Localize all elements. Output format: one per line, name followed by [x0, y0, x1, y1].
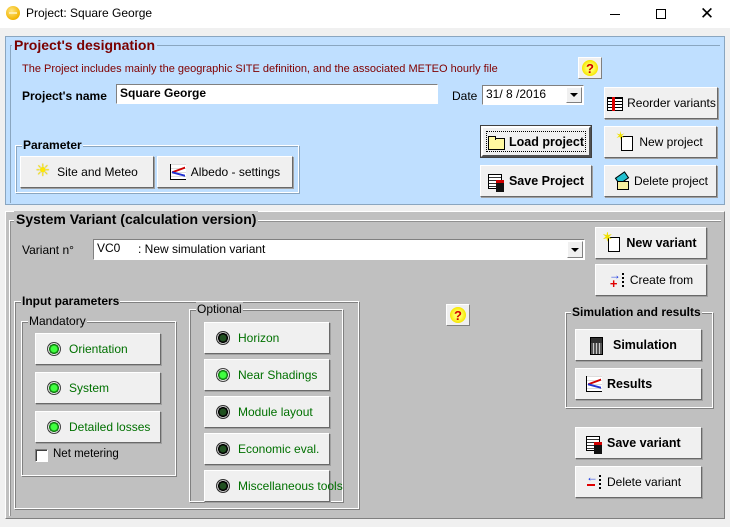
sun-icon [35, 161, 52, 181]
detailed-losses-label: Detailed losses [69, 420, 151, 434]
close-button[interactable]: ✕ [684, 0, 730, 28]
save-icon [586, 435, 602, 454]
status-led-icon [47, 381, 61, 395]
optional-legend: Optional [196, 302, 243, 316]
miscellaneous-tools-label: Miscellaneous tools [238, 479, 343, 493]
date-dropdown-arrow-icon[interactable] [566, 87, 582, 103]
maximize-icon [656, 9, 666, 19]
chart-icon [586, 376, 602, 392]
horizon-button[interactable]: Horizon [204, 322, 330, 354]
new-document-icon [602, 230, 621, 252]
status-led-icon [216, 479, 230, 493]
albedo-settings-label: Albedo - settings [190, 165, 281, 179]
load-project-button[interactable]: Load project [480, 125, 592, 158]
system-button[interactable]: System [35, 372, 161, 404]
save-icon [487, 173, 504, 192]
variant-code: VC0 [97, 241, 121, 255]
economic-eval-button[interactable]: Economic eval. [204, 433, 330, 465]
project-help-button[interactable]: ? [578, 57, 602, 79]
new-document-icon [615, 129, 634, 151]
simulation-label: Simulation [613, 338, 677, 352]
net-metering-checkbox[interactable] [35, 449, 48, 462]
reorder-icon [606, 95, 624, 111]
help-icon: ? [582, 60, 598, 76]
load-project-label: Load project [508, 134, 584, 149]
module-layout-label: Module layout [238, 405, 313, 419]
site-and-meteo-label: Site and Meteo [57, 165, 138, 179]
app-icon [6, 6, 20, 20]
new-variant-label: New variant [626, 236, 697, 250]
folder-icon [487, 134, 505, 150]
mandatory-legend: Mandatory [28, 314, 87, 328]
site-and-meteo-button[interactable]: Site and Meteo [20, 156, 154, 188]
project-name-input[interactable]: Square George [116, 84, 438, 104]
economic-eval-label: Economic eval. [238, 442, 320, 456]
net-metering-label: Net metering [53, 448, 119, 460]
horizon-label: Horizon [238, 331, 280, 345]
create-from-label: Create from [629, 273, 694, 287]
date-label: Date [452, 89, 478, 103]
status-led-icon [216, 405, 230, 419]
project-name-label: Project's name [22, 89, 107, 103]
project-description: The Project includes mainly the geograph… [22, 63, 498, 75]
delete-variant-button[interactable]: Delete variant [575, 466, 702, 498]
help-icon: ? [450, 307, 466, 323]
project-designation-panel: Project's designation The Project includ… [5, 36, 725, 205]
system-variant-panel: System Variant (calculation version) Var… [5, 211, 725, 519]
status-led-icon [216, 331, 230, 345]
calculator-icon [588, 337, 604, 355]
status-led-icon [47, 420, 61, 434]
status-led-icon [216, 368, 230, 382]
minimize-button[interactable] [592, 0, 638, 28]
variant-number-label: Variant n° [22, 243, 74, 257]
simulation-button[interactable]: Simulation [575, 329, 702, 361]
date-combo[interactable]: 31/ 8 /2016 [482, 85, 584, 105]
variant-help-button[interactable]: ? [446, 304, 470, 326]
status-led-icon [47, 342, 61, 356]
albedo-settings-button[interactable]: Albedo - settings [157, 156, 293, 188]
delete-variant-icon [586, 470, 602, 490]
simulation-results-legend: Simulation and results [571, 305, 702, 319]
save-variant-label: Save variant [607, 436, 681, 450]
delete-variant-label: Delete variant [607, 475, 682, 489]
near-shadings-button[interactable]: Near Shadings [204, 359, 330, 391]
save-project-button[interactable]: Save Project [480, 165, 592, 197]
project-designation-heading: Project's designation [12, 37, 158, 53]
module-layout-button[interactable]: Module layout [204, 396, 330, 428]
near-shadings-label: Near Shadings [238, 368, 318, 382]
window-title: Project: Square George [26, 6, 153, 20]
miscellaneous-tools-button[interactable]: Miscellaneous tools [204, 470, 343, 502]
delete-icon [613, 173, 629, 190]
system-label: System [69, 381, 110, 395]
parameter-legend: Parameter [22, 138, 83, 152]
delete-project-button[interactable]: Delete project [604, 165, 717, 197]
detailed-losses-button[interactable]: Detailed losses [35, 411, 161, 443]
variant-combo[interactable]: VC0 : New simulation variant [93, 239, 585, 260]
results-button[interactable]: Results [575, 368, 702, 400]
new-variant-button[interactable]: New variant [595, 227, 707, 259]
orientation-label: Orientation [69, 342, 128, 356]
reorder-variants-button[interactable]: Reorder variants [604, 87, 718, 119]
chart-icon [169, 164, 186, 180]
status-led-icon [216, 442, 230, 456]
minimize-icon [610, 13, 620, 15]
date-value: 31/ 8 /2016 [486, 87, 547, 101]
maximize-button[interactable] [638, 0, 684, 28]
results-label: Results [607, 377, 653, 391]
orientation-button[interactable]: Orientation [35, 333, 161, 365]
save-project-label: Save Project [508, 174, 585, 188]
reorder-variants-label: Reorder variants [627, 96, 716, 110]
delete-project-label: Delete project [633, 174, 709, 188]
input-parameters-legend: Input parameters [21, 294, 121, 308]
variant-value: : New simulation variant [138, 242, 266, 256]
new-project-button[interactable]: New project [604, 126, 717, 158]
close-icon: ✕ [699, 4, 715, 23]
create-from-icon [609, 268, 625, 291]
save-variant-button[interactable]: Save variant [575, 427, 702, 459]
system-variant-heading: System Variant (calculation version) [14, 211, 259, 227]
title-bar: Project: Square George ✕ [0, 0, 730, 28]
new-project-label: New project [639, 135, 703, 149]
variant-dropdown-arrow-icon[interactable] [567, 241, 583, 258]
create-from-button[interactable]: Create from [595, 264, 707, 296]
